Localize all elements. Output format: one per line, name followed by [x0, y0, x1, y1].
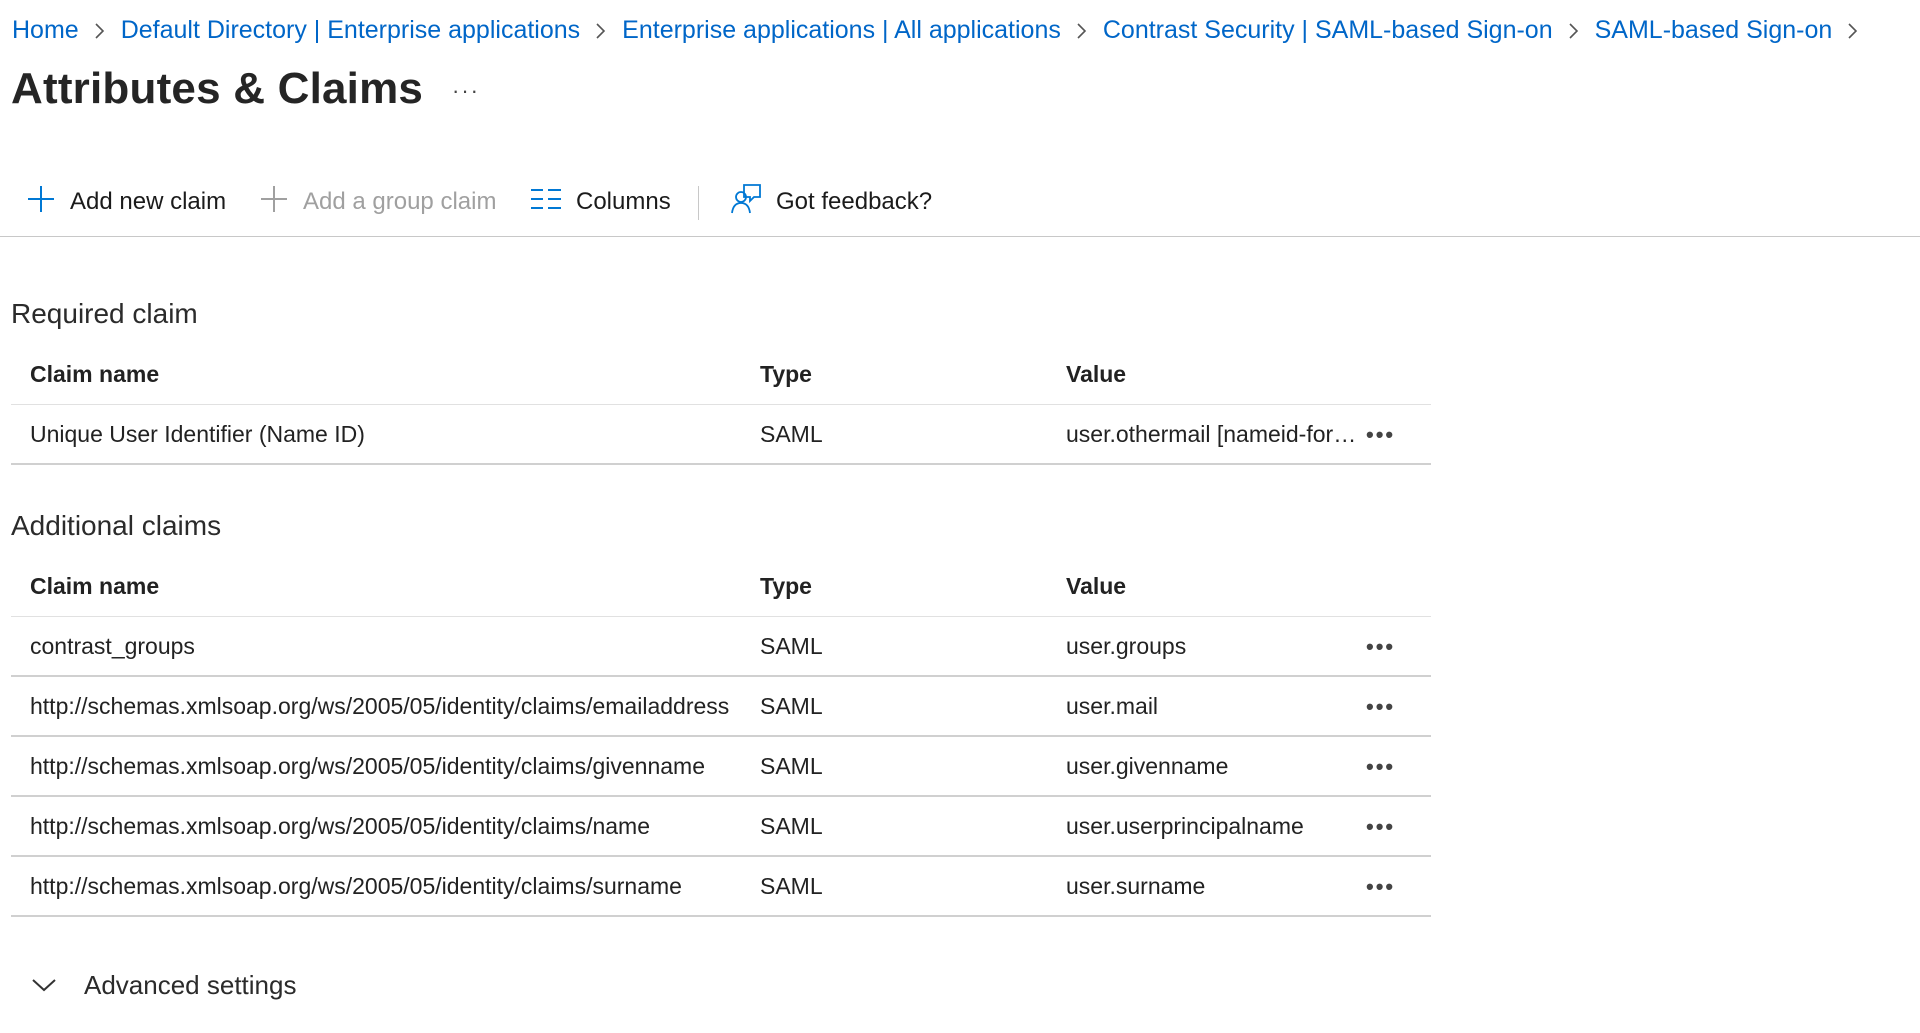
feedback-button[interactable]: Got feedback?: [730, 178, 932, 226]
more-icon[interactable]: •••: [1366, 874, 1395, 899]
required-claim-heading: Required claim: [11, 298, 198, 329]
table-row[interactable]: http://schemas.xmlsoap.org/ws/2005/05/id…: [11, 856, 1431, 917]
column-header-type[interactable]: Type: [760, 344, 1066, 405]
chevron-right-icon: [580, 16, 622, 45]
claim-type-cell: SAML: [760, 404, 1066, 465]
chevron-right-icon: [1553, 16, 1595, 45]
more-icon[interactable]: •••: [1366, 634, 1395, 659]
add-new-claim-button[interactable]: Add new claim: [26, 178, 226, 226]
table-header-row: Claim name Type Value: [11, 344, 1431, 405]
add-group-claim-button[interactable]: Add a group claim: [259, 178, 496, 226]
claim-value-cell: user.userprincipalname: [1066, 796, 1366, 857]
claim-type-cell: SAML: [760, 856, 1066, 917]
columns-label: Columns: [576, 188, 671, 215]
claim-name-cell[interactable]: contrast_groups: [11, 616, 760, 677]
claim-value-cell: user.surname: [1066, 856, 1366, 917]
feedback-icon: [730, 183, 762, 222]
feedback-label: Got feedback?: [776, 188, 933, 215]
claim-value-cell: user.groups: [1066, 616, 1366, 677]
breadcrumb-saml-sign-on[interactable]: SAML-based Sign-on: [1595, 16, 1833, 45]
claim-value-cell: user.mail: [1066, 676, 1366, 737]
advanced-settings-label: Advanced settings: [84, 970, 297, 1000]
claim-name-cell[interactable]: http://schemas.xmlsoap.org/ws/2005/05/id…: [11, 736, 760, 797]
claim-name-cell[interactable]: http://schemas.xmlsoap.org/ws/2005/05/id…: [11, 796, 760, 857]
column-header-actions: [1366, 556, 1431, 617]
plus-icon: [26, 184, 56, 221]
claim-type-cell: SAML: [760, 676, 1066, 737]
additional-claims-heading: Additional claims: [11, 510, 222, 541]
claim-type-cell: SAML: [760, 796, 1066, 857]
additional-claims-table: Claim name Type Value contrast_groups SA…: [11, 556, 1431, 917]
more-icon[interactable]: •••: [1366, 694, 1395, 719]
plus-icon: [259, 184, 289, 221]
chevron-right-icon: [1832, 16, 1874, 45]
columns-icon: [530, 187, 562, 218]
column-header-value[interactable]: Value: [1066, 556, 1366, 617]
command-bar: Add new claim Add a group claim Columns …: [0, 178, 1920, 237]
breadcrumb-home[interactable]: Home: [12, 16, 79, 45]
advanced-settings-toggle[interactable]: Advanced settings: [30, 970, 296, 1001]
page-title: Attributes & Claims: [11, 64, 424, 113]
add-group-claim-label: Add a group claim: [303, 188, 497, 215]
column-header-claim-name[interactable]: Claim name: [11, 556, 760, 617]
column-header-type[interactable]: Type: [760, 556, 1066, 617]
column-header-actions: [1366, 344, 1431, 405]
table-row[interactable]: http://schemas.xmlsoap.org/ws/2005/05/id…: [11, 676, 1431, 737]
table-row[interactable]: http://schemas.xmlsoap.org/ws/2005/05/id…: [11, 796, 1431, 857]
claim-name-cell[interactable]: http://schemas.xmlsoap.org/ws/2005/05/id…: [11, 676, 760, 737]
toolbar-divider: [698, 186, 699, 220]
column-header-value[interactable]: Value: [1066, 344, 1366, 405]
chevron-down-icon: [30, 970, 58, 1001]
breadcrumb: Home Default Directory | Enterprise appl…: [12, 14, 1874, 46]
table-header-row: Claim name Type Value: [11, 556, 1431, 617]
claim-value-cell: user.givenname: [1066, 736, 1366, 797]
column-header-claim-name[interactable]: Claim name: [11, 344, 760, 405]
chevron-right-icon: [1061, 16, 1103, 45]
claim-name-cell[interactable]: Unique User Identifier (Name ID): [11, 404, 760, 465]
required-claims-table: Claim name Type Value Unique User Identi…: [11, 344, 1431, 465]
claim-type-cell: SAML: [760, 736, 1066, 797]
claim-name-cell[interactable]: http://schemas.xmlsoap.org/ws/2005/05/id…: [11, 856, 760, 917]
table-row[interactable]: contrast_groups SAML user.groups •••: [11, 616, 1431, 677]
more-icon[interactable]: •••: [1366, 422, 1395, 447]
table-row[interactable]: http://schemas.xmlsoap.org/ws/2005/05/id…: [11, 736, 1431, 797]
breadcrumb-enterprise-applications[interactable]: Enterprise applications | All applicatio…: [622, 16, 1061, 45]
claim-value-cell: user.othermail [nameid-format:emailAddre…: [1066, 404, 1366, 465]
more-options-button[interactable]: ···: [452, 78, 480, 104]
more-icon[interactable]: •••: [1366, 814, 1395, 839]
table-row[interactable]: Unique User Identifier (Name ID) SAML us…: [11, 404, 1431, 465]
breadcrumb-default-directory[interactable]: Default Directory | Enterprise applicati…: [121, 16, 580, 45]
more-icon[interactable]: •••: [1366, 754, 1395, 779]
add-new-claim-label: Add new claim: [70, 188, 227, 215]
columns-button[interactable]: Columns: [530, 178, 671, 226]
chevron-right-icon: [79, 16, 121, 45]
breadcrumb-contrast-security[interactable]: Contrast Security | SAML-based Sign-on: [1103, 16, 1553, 45]
claim-type-cell: SAML: [760, 616, 1066, 677]
